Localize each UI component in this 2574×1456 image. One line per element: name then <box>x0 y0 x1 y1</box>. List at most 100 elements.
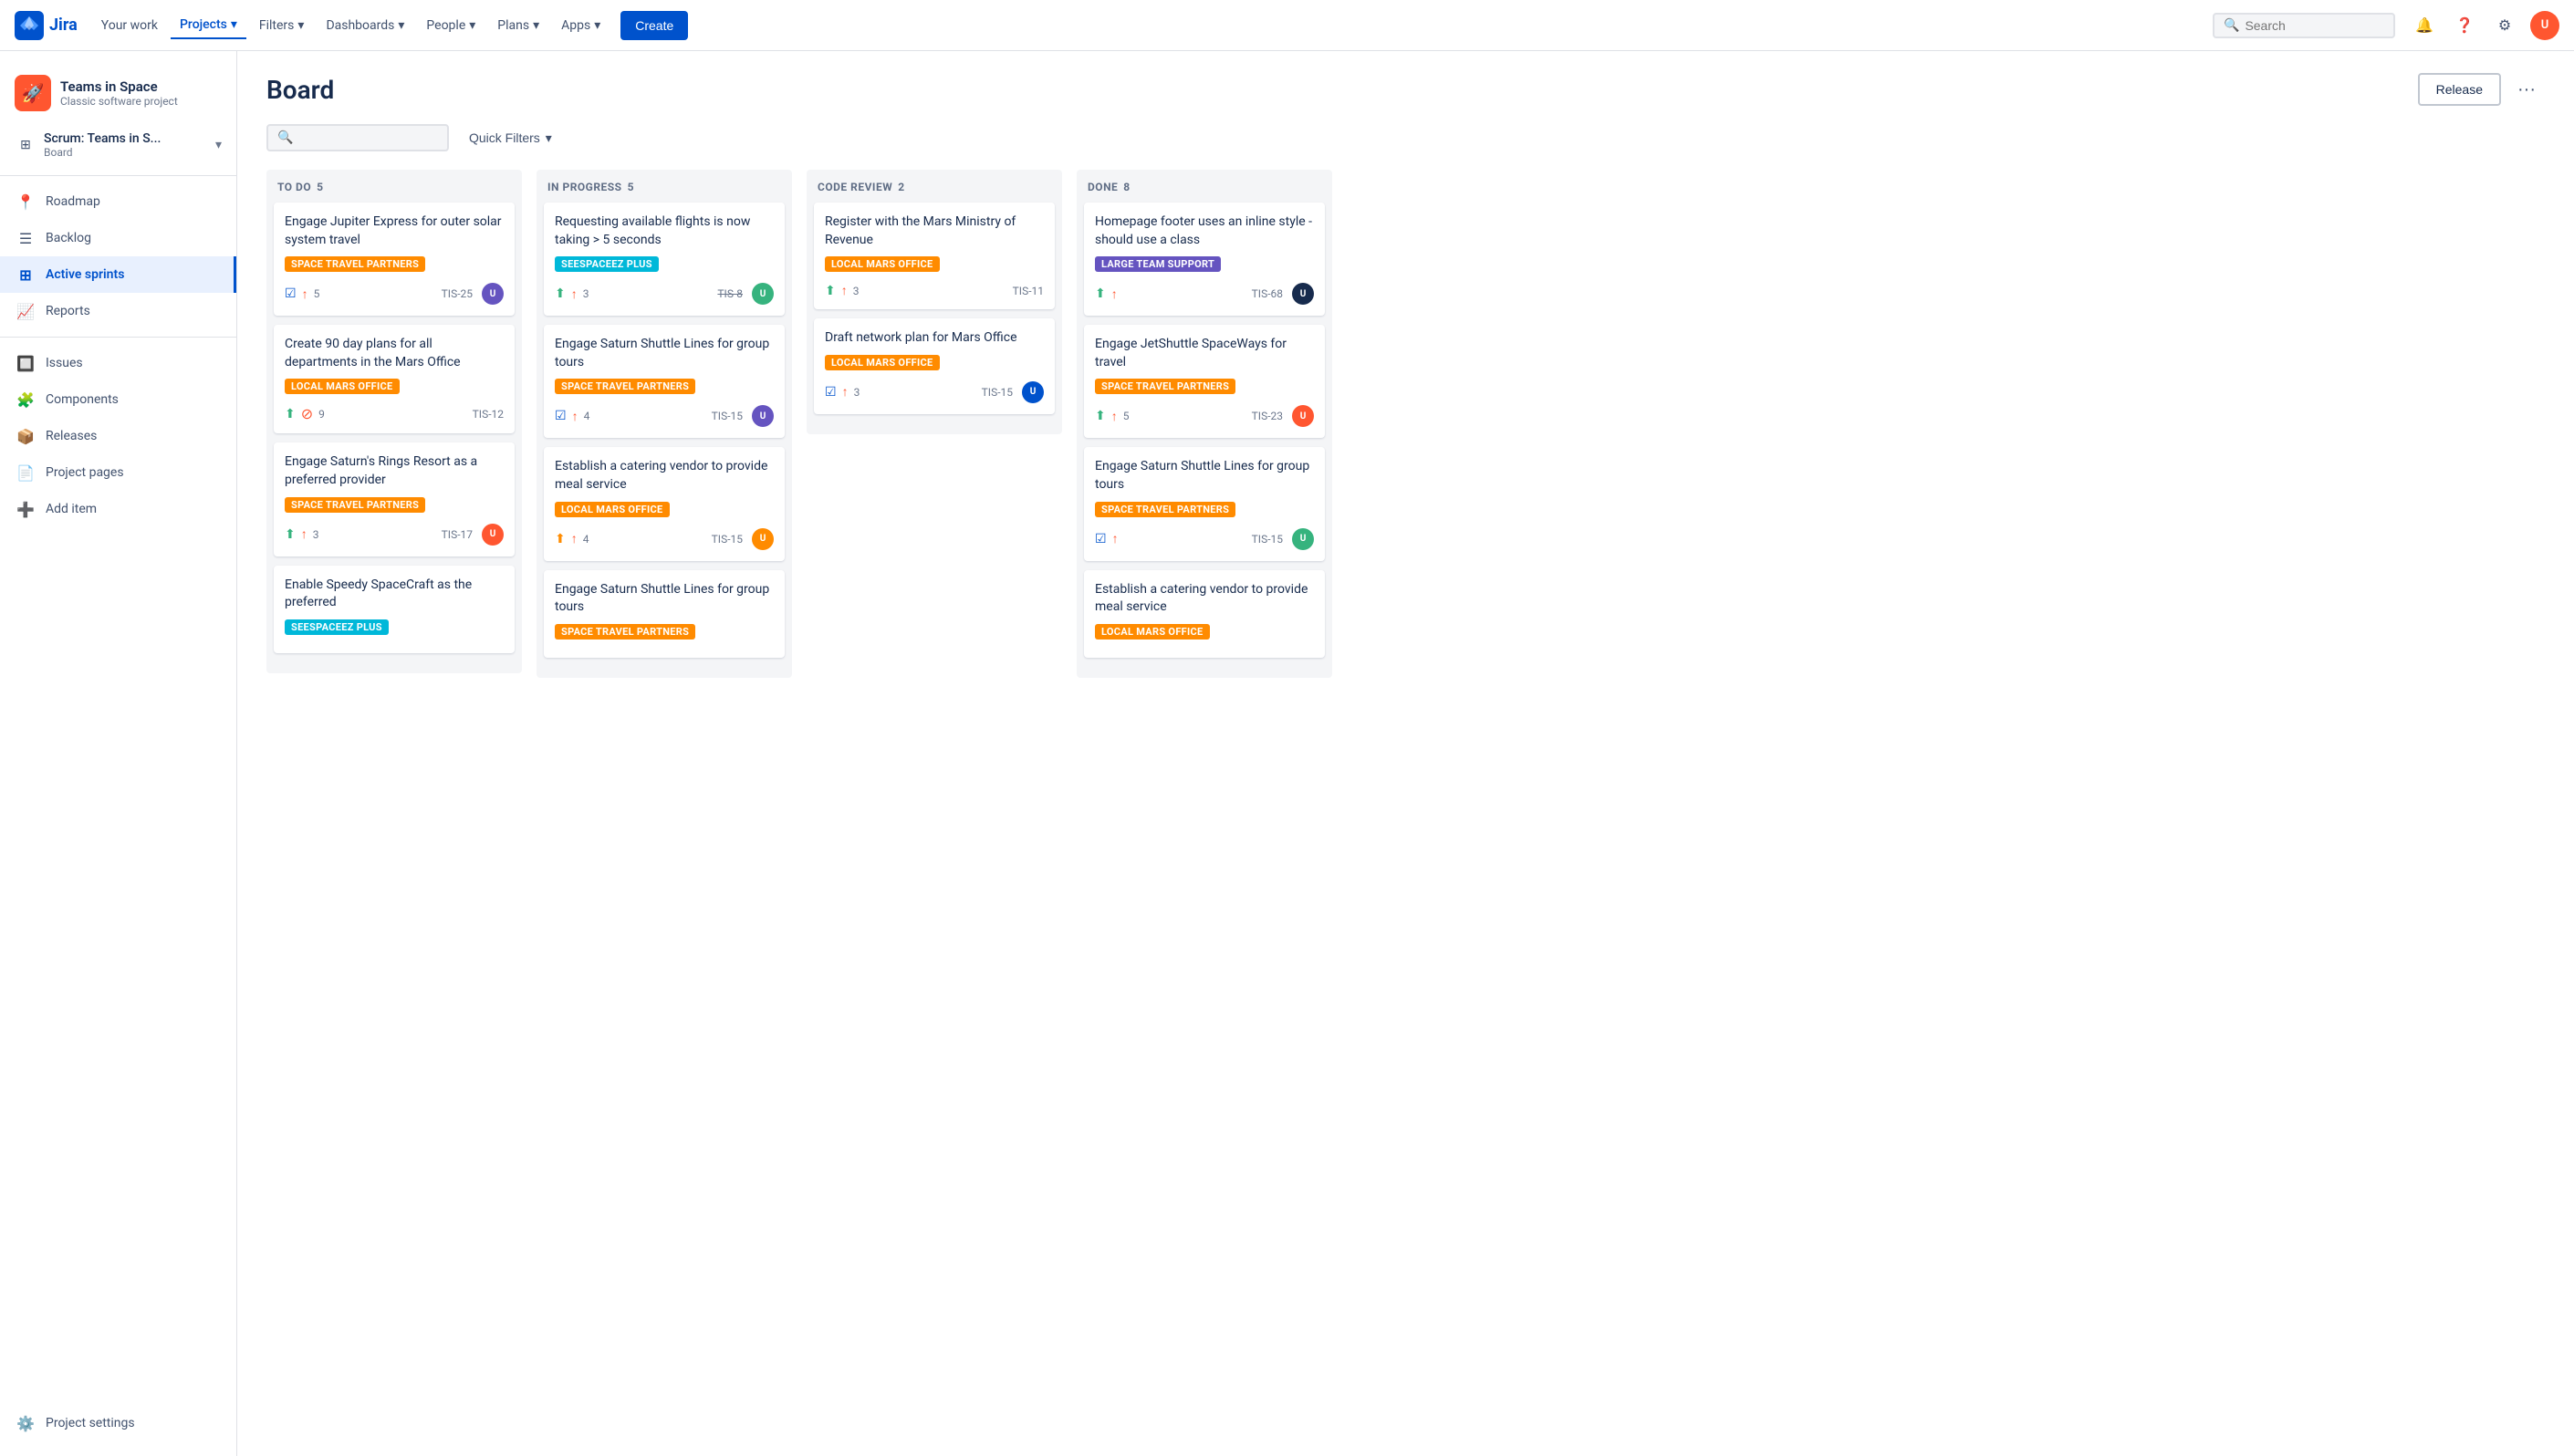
nav-plans[interactable]: Plans ▾ <box>488 13 548 38</box>
card-footer: ☑ ↑ TIS-15 U <box>1095 528 1314 550</box>
sidebar-item-releases[interactable]: 📦 Releases <box>0 418 236 454</box>
nav-projects[interactable]: Projects ▾ <box>171 12 246 39</box>
card-title: Engage JetShuttle SpaceWays for travel <box>1095 336 1314 371</box>
task-type-icon: ⬆ <box>285 527 296 542</box>
card-tag: LARGE TEAM SUPPORT <box>1095 256 1221 272</box>
card-title: Engage Saturn Shuttle Lines for group to… <box>555 581 774 617</box>
column-header-todo: TO DO 5 <box>274 181 515 203</box>
search-icon: 🔍 <box>2224 18 2239 33</box>
board-search-input[interactable] <box>298 130 426 145</box>
card-tag: LOCAL MARS OFFICE <box>1095 624 1210 640</box>
jira-logo[interactable]: Jira <box>15 11 78 40</box>
app-layout: 🚀 Teams in Space Classic software projec… <box>0 51 2574 1456</box>
column-todo: TO DO 5 Engage Jupiter Express for outer… <box>266 170 522 673</box>
nav-dashboards[interactable]: Dashboards ▾ <box>317 13 413 38</box>
sidebar-item-project-settings[interactable]: ⚙️ Project settings <box>0 1405 236 1441</box>
card-todo-4[interactable]: Enable Speedy SpaceCraft as the preferre… <box>274 566 515 653</box>
card-id: TIS-15 <box>712 410 743 422</box>
column-label-code-review: CODE REVIEW <box>818 181 892 193</box>
card-todo-2[interactable]: Create 90 day plans for all departments … <box>274 325 515 433</box>
column-header-done: DONE 8 <box>1084 181 1325 203</box>
card-avatar: U <box>482 524 504 546</box>
card-done-2[interactable]: Engage JetShuttle SpaceWays for travel S… <box>1084 325 1325 438</box>
card-done-4[interactable]: Establish a catering vendor to provide m… <box>1084 570 1325 658</box>
card-done-1[interactable]: Homepage footer uses an inline style - s… <box>1084 203 1325 316</box>
card-review-1[interactable]: Register with the Mars Ministry of Reven… <box>814 203 1055 309</box>
sidebar-board-row[interactable]: ⊞ Scrum: Teams in S... Board ▾ <box>0 126 236 164</box>
card-footer: ⬆ ↑ 3 TIS-17 U <box>285 524 504 546</box>
card-tag: SPACE TRAVEL PARTNERS <box>285 256 425 272</box>
card-title: Engage Saturn Shuttle Lines for group to… <box>1095 458 1314 494</box>
sidebar-item-label-roadmap: Roadmap <box>46 194 100 209</box>
card-count: 3 <box>853 285 860 297</box>
card-tag: SPACE TRAVEL PARTNERS <box>1095 502 1235 517</box>
card-id: TIS-15 <box>982 386 1013 399</box>
card-todo-1[interactable]: Engage Jupiter Express for outer solar s… <box>274 203 515 316</box>
project-icon: 🚀 <box>15 75 51 111</box>
settings-icon[interactable]: ⚙ <box>2490 11 2519 40</box>
plans-chevron-icon: ▾ <box>533 18 539 33</box>
sidebar-item-backlog[interactable]: ☰ Backlog <box>0 220 236 256</box>
card-id: TIS-8 <box>717 287 743 300</box>
card-id: TIS-12 <box>473 408 504 421</box>
sidebar-item-project-pages[interactable]: 📄 Project pages <box>0 454 236 491</box>
card-avatar: U <box>1292 528 1314 550</box>
card-title: Engage Saturn Shuttle Lines for group to… <box>555 336 774 371</box>
sidebar-item-reports[interactable]: 📈 Reports <box>0 293 236 329</box>
priority-icon: ↑ <box>301 526 307 542</box>
quick-filters-button[interactable]: Quick Filters ▾ <box>460 125 561 151</box>
sidebar-item-active-sprints[interactable]: ⊞ Active sprints <box>0 256 236 293</box>
sidebar-item-label-add-item: Add item <box>46 502 97 516</box>
notifications-icon[interactable]: 🔔 <box>2410 11 2439 40</box>
nav-your-work[interactable]: Your work <box>92 13 167 38</box>
sidebar-item-label-issues: Issues <box>46 356 83 370</box>
card-title: Enable Speedy SpaceCraft as the preferre… <box>285 577 504 612</box>
card-inprogress-1[interactable]: Requesting available flights is now taki… <box>544 203 785 316</box>
card-footer: ⬆ ↑ 4 TIS-15 U <box>555 528 774 550</box>
projects-chevron-icon: ▾ <box>231 17 237 32</box>
apps-chevron-icon: ▾ <box>594 18 600 33</box>
column-label-todo: TO DO <box>277 181 311 193</box>
user-avatar[interactable]: U <box>2530 11 2559 40</box>
card-tag: SEESPACEEZ PLUS <box>285 619 389 635</box>
card-review-2[interactable]: Draft network plan for Mars Office LOCAL… <box>814 318 1055 414</box>
priority-icon: ↑ <box>302 286 308 302</box>
board-chevron-icon: ▾ <box>215 138 222 152</box>
sidebar-board-info: Scrum: Teams in S... Board <box>44 131 161 159</box>
card-tag: SPACE TRAVEL PARTNERS <box>1095 379 1235 394</box>
card-inprogress-2[interactable]: Engage Saturn Shuttle Lines for group to… <box>544 325 785 438</box>
sidebar-item-components[interactable]: 🧩 Components <box>0 381 236 418</box>
sidebar-project[interactable]: 🚀 Teams in Space Classic software projec… <box>0 66 236 126</box>
card-done-3[interactable]: Engage Saturn Shuttle Lines for group to… <box>1084 447 1325 560</box>
more-options-button[interactable]: ··· <box>2508 74 2545 106</box>
card-inprogress-4[interactable]: Engage Saturn Shuttle Lines for group to… <box>544 570 785 658</box>
task-type-icon: ☑ <box>825 385 837 400</box>
sidebar-item-roadmap[interactable]: 📍 Roadmap <box>0 183 236 220</box>
card-todo-3[interactable]: Engage Saturn's Rings Resort as a prefer… <box>274 442 515 556</box>
card-footer: ☑ ↑ 5 TIS-25 U <box>285 283 504 305</box>
column-done: DONE 8 Homepage footer uses an inline st… <box>1077 170 1332 678</box>
card-inprogress-3[interactable]: Establish a catering vendor to provide m… <box>544 447 785 560</box>
card-tag: SPACE TRAVEL PARTNERS <box>555 624 695 640</box>
nav-people[interactable]: People ▾ <box>417 13 485 38</box>
sidebar-item-add-item[interactable]: ➕ Add item <box>0 491 236 527</box>
search-input[interactable] <box>2245 18 2372 33</box>
release-button[interactable]: Release <box>2418 73 2501 106</box>
nav-apps[interactable]: Apps ▾ <box>552 13 610 38</box>
card-avatar: U <box>752 528 774 550</box>
nav-filters[interactable]: Filters ▾ <box>250 13 314 38</box>
card-title: Register with the Mars Ministry of Reven… <box>825 213 1044 249</box>
components-icon: 🧩 <box>15 389 36 411</box>
reports-icon: 📈 <box>15 300 36 322</box>
sidebar-item-issues[interactable]: 🔲 Issues <box>0 345 236 381</box>
card-count: 4 <box>584 410 590 422</box>
card-tag: SPACE TRAVEL PARTNERS <box>555 379 695 394</box>
create-button[interactable]: Create <box>620 11 688 40</box>
board-header-actions: Release ··· <box>2418 73 2545 106</box>
card-title: Draft network plan for Mars Office <box>825 329 1044 348</box>
card-avatar: U <box>1292 405 1314 427</box>
help-icon[interactable]: ❓ <box>2450 11 2479 40</box>
card-tag: LOCAL MARS OFFICE <box>825 256 940 272</box>
card-avatar: U <box>1022 381 1044 403</box>
priority-icon: ↑ <box>572 409 578 424</box>
